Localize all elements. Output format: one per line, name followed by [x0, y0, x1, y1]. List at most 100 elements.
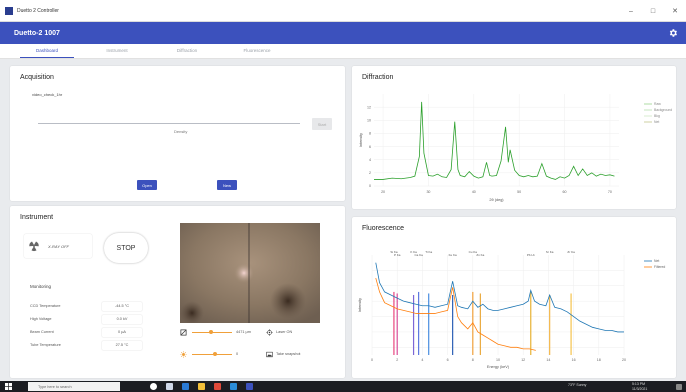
y-tick-label: 8 — [369, 132, 371, 136]
legend-entry: Raw — [654, 102, 661, 106]
x-tick-label: 8 — [472, 358, 474, 362]
snapshot-label[interactable]: Take snapshot — [276, 352, 301, 356]
gear-icon[interactable] — [668, 28, 678, 38]
diffraction-chart: 20 30 40 50 60 70 0 2 4 6 8 10 12 2θ (deg) Intensity Ra… — [359, 94, 672, 202]
peak-label: Zn Ka — [476, 253, 484, 257]
legend-entry: Net — [654, 259, 659, 263]
x-tick-label: 2 — [396, 358, 398, 362]
laser-label: Laser ON — [276, 330, 293, 334]
legend-entry: Bkg — [654, 114, 660, 118]
snapshot-icon[interactable] — [266, 351, 273, 358]
x-tick-label: 18 — [597, 358, 601, 362]
legend-entry: Net — [654, 120, 659, 124]
edge-icon[interactable] — [182, 383, 189, 390]
tab-dashboard[interactable]: Dashboard — [12, 43, 82, 58]
x-tick-label: 30 — [426, 190, 430, 194]
start-button[interactable]: Start — [312, 118, 332, 130]
monitor-label: High Voltage — [30, 317, 52, 321]
monitor-value: 0 µA — [102, 328, 142, 337]
x-tick-label: 4 — [421, 358, 423, 362]
close-button[interactable]: ✕ — [664, 0, 686, 22]
windows-start-icon[interactable] — [5, 383, 12, 390]
monitor-label: CCD Temperature — [30, 304, 61, 308]
notification-icon[interactable] — [676, 383, 682, 390]
maximize-button[interactable]: □ — [642, 0, 664, 22]
radiation-icon — [29, 241, 39, 252]
x-tick-label: 60 — [563, 190, 567, 194]
density-slider[interactable] — [38, 123, 300, 124]
peak-label: Pb Lb — [527, 253, 535, 257]
y-axis-label: Intensity — [359, 133, 363, 147]
x-tick-label: 0 — [371, 358, 373, 362]
fluorescence-chart: 0 2 4 6 8 10 12 14 16 18 20Energy (keV)IntensitySi… — [358, 250, 665, 369]
focus-slider-thumb[interactable] — [209, 330, 213, 334]
instrument-title: Instrument — [20, 214, 54, 221]
x-tick-label: 14 — [546, 358, 550, 362]
app-bar: Duetto-2 1007 — [0, 22, 686, 44]
file-explorer-icon[interactable] — [198, 383, 205, 390]
os-taskbar: Type here to search 73°F Sunny 5:13 PM 1… — [0, 381, 686, 392]
y-axis-label: Intensity — [358, 298, 362, 312]
x-tick-label: 40 — [472, 190, 476, 194]
stop-button[interactable]: STOP — [104, 233, 148, 263]
y-tick-label: 6 — [369, 145, 371, 149]
series-line — [375, 277, 536, 351]
tray-date[interactable]: 11/3/2021 — [632, 387, 647, 391]
taskbar-search-placeholder: Type here to search — [38, 384, 72, 389]
taskbar-search[interactable]: Type here to search — [28, 382, 120, 391]
x-tick-label: 6 — [447, 358, 449, 362]
xray-status[interactable]: X-RAY OFF — [24, 234, 92, 258]
tab-diffraction[interactable]: Diffraction — [152, 43, 222, 58]
monitor-value: 0.0 kV — [102, 315, 142, 324]
tray-time[interactable]: 5:13 PM — [632, 382, 645, 386]
camera-view — [180, 223, 320, 323]
task-view-icon[interactable] — [166, 383, 173, 390]
duetto-app-icon[interactable] — [246, 383, 253, 390]
y-tick-label: 4 — [369, 158, 371, 162]
app-window: Duetto 2 Controller – □ ✕ Duetto-2 1007 … — [0, 0, 686, 392]
instrument-card: Instrument X-RAY OFF STOP Monitoring CCD… — [10, 206, 345, 378]
x-tick-label: 20 — [381, 190, 385, 194]
store-icon[interactable] — [214, 383, 221, 390]
monitor-label: Beam Current — [30, 330, 54, 334]
acquisition-card: Acquisition video_check_1hr Density Star… — [10, 66, 345, 201]
peak-label: Sr Ka — [546, 250, 554, 254]
new-button[interactable]: New — [217, 180, 237, 190]
x-tick-label: 12 — [521, 358, 525, 362]
tray-weather[interactable]: 73°F Sunny — [568, 383, 586, 387]
laser-icon[interactable] — [266, 329, 273, 336]
x-tick-label: 20 — [622, 358, 626, 362]
window-titlebar: Duetto 2 Controller – □ ✕ — [0, 0, 686, 22]
y-tick-label: 0 — [369, 184, 371, 188]
series-line — [374, 101, 615, 180]
y-tick-label: 10 — [367, 118, 371, 122]
monitoring-title: Monitoring — [30, 284, 52, 289]
monitor-value: -44.5 °C — [102, 302, 142, 311]
tab-instrument[interactable]: Instrument — [82, 43, 152, 58]
y-tick-label: 2 — [369, 171, 371, 175]
focus-value: 4471 µm — [236, 330, 251, 334]
light-value: 0 — [236, 352, 239, 356]
peak-label: P Ka — [394, 253, 401, 257]
x-tick-label: 70 — [608, 190, 612, 194]
light-slider[interactable] — [192, 354, 232, 355]
monitor-row: Beam Current 0 µA — [30, 326, 150, 338]
acquisition-title: Acquisition — [20, 74, 54, 81]
monitor-row: High Voltage 0.0 kV — [30, 313, 150, 325]
minimize-button[interactable]: – — [620, 0, 642, 22]
x-tick-label: 50 — [517, 190, 521, 194]
acquisition-filename: video_check_1hr — [32, 92, 63, 97]
light-slider-thumb[interactable] — [213, 352, 217, 356]
legend-entry: Filtered — [654, 265, 665, 269]
legend-entry: Background — [654, 108, 672, 112]
y-tick-label: 12 — [367, 105, 371, 109]
x-tick-label: 16 — [572, 358, 576, 362]
open-button[interactable]: Open — [137, 180, 157, 190]
app-icon — [5, 6, 13, 15]
tab-fluorescence[interactable]: Fluorescence — [222, 43, 292, 58]
cortana-icon[interactable] — [150, 383, 157, 390]
light-icon — [180, 351, 187, 358]
x-axis-label: 2θ (deg) — [489, 198, 504, 202]
monitor-value: 27.5 °C — [102, 341, 142, 350]
mail-icon[interactable] — [230, 383, 237, 390]
